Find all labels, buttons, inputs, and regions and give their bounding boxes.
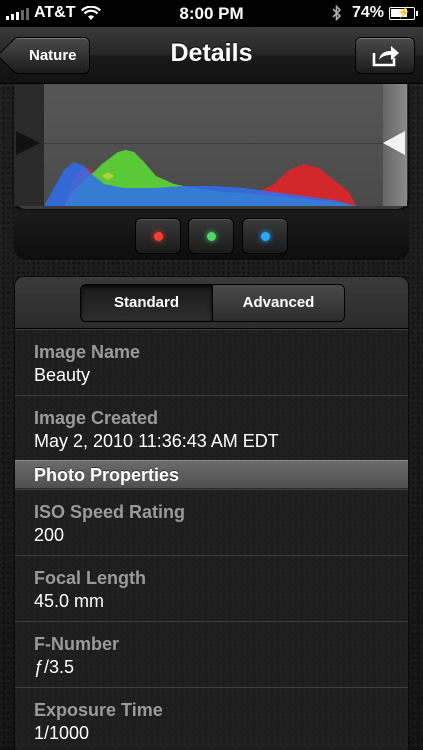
green-dot-icon (207, 232, 216, 241)
back-button[interactable]: Nature (12, 37, 90, 74)
tab-advanced[interactable]: Advanced (212, 285, 344, 321)
white-point-slider-handle[interactable] (383, 131, 405, 155)
f-number-value: ƒ/3.5 (34, 657, 75, 677)
status-bar: AT&T 8:00 PM 74% ⚡ (0, 0, 423, 27)
image-created-value: May 2, 2010 11:36:43 AM EDT (34, 431, 279, 451)
red-dot-icon (154, 232, 163, 241)
image-created-label: Image Created (34, 408, 159, 428)
charging-bolt-icon: ⚡ (397, 6, 411, 19)
bluetooth-icon (332, 5, 342, 21)
focal-length-row: Focal Length 45.0 mm (15, 555, 408, 621)
share-button[interactable] (355, 37, 415, 74)
iso-label: ISO Speed Rating (34, 502, 186, 522)
black-point-slider-handle[interactable] (16, 131, 40, 155)
exposure-time-label: Exposure Time (34, 700, 163, 720)
histogram-graph (44, 150, 356, 206)
share-icon (372, 46, 399, 67)
image-name-value: Beauty (34, 365, 91, 385)
battery-percent: 74% (351, 4, 384, 21)
image-name-row: Image Name Beauty (15, 329, 408, 395)
page-title: Details (170, 39, 253, 67)
details-card-header: Standard Advanced (15, 277, 408, 329)
histogram-midline (44, 143, 383, 144)
blue-channel-button[interactable] (242, 218, 288, 254)
red-channel-button[interactable] (135, 218, 181, 254)
image-created-row: Image Created May 2, 2010 11:36:43 AM ED… (15, 395, 408, 461)
iso-row: ISO Speed Rating 200 (15, 489, 408, 555)
focal-length-value: 45.0 mm (34, 591, 105, 611)
back-button-label: Nature (29, 47, 77, 64)
view-mode-segmented-control: Standard Advanced (80, 284, 345, 322)
f-number-row: F-Number ƒ/3.5 (15, 621, 408, 687)
focal-length-label: Focal Length (34, 568, 146, 588)
image-name-label: Image Name (34, 342, 141, 362)
green-channel-button[interactable] (188, 218, 234, 254)
details-card: Standard Advanced Image Name Beauty Imag… (14, 276, 409, 750)
photo-properties-title: Photo Properties (34, 465, 180, 485)
exposure-time-row: Exposure Time 1/1000 (15, 687, 408, 750)
navigation-bar: Nature Details (0, 27, 423, 84)
exposure-time-value: 1/1000 (34, 723, 90, 743)
histogram-plot (44, 84, 383, 206)
blue-dot-icon (261, 232, 270, 241)
status-right: 74% ⚡ (332, 4, 418, 22)
iso-value: 200 (34, 525, 65, 545)
f-number-label: F-Number (34, 634, 119, 654)
photo-properties-section-header: Photo Properties (15, 460, 408, 489)
battery-icon: ⚡ (389, 6, 418, 20)
tab-standard[interactable]: Standard (81, 285, 212, 321)
